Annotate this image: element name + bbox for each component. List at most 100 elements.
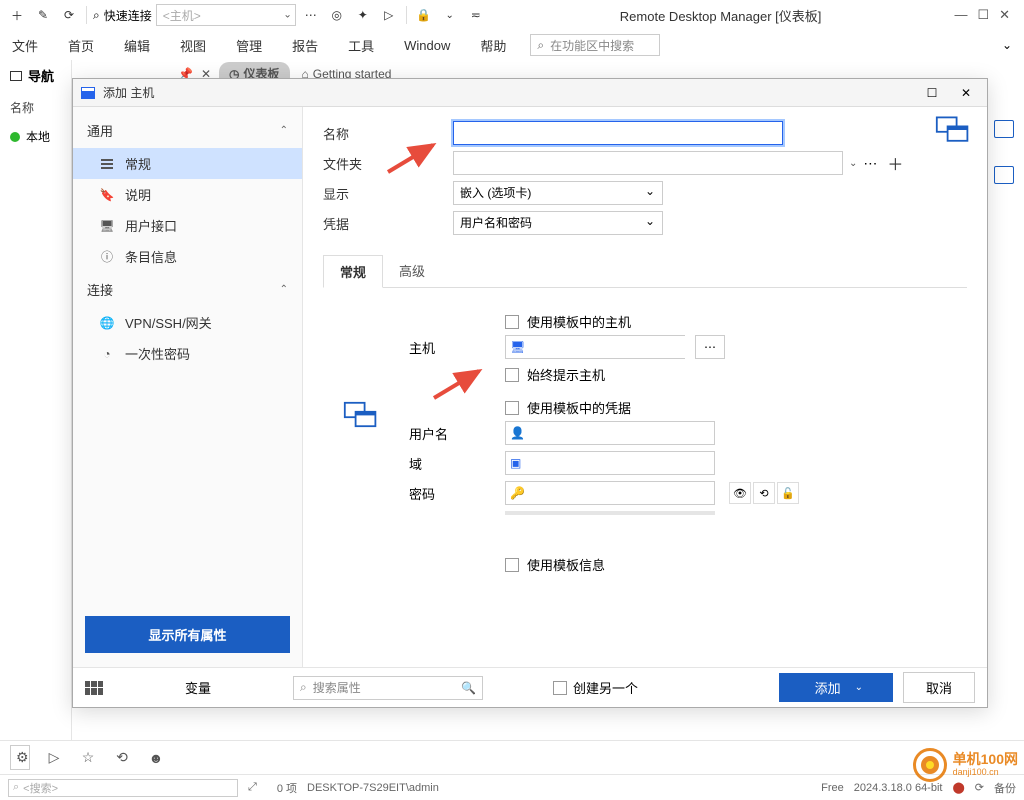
display-select[interactable]: 嵌入 (选项卡) xyxy=(453,181,663,205)
sidebar-item-label: VPN/SSH/网关 xyxy=(125,313,212,332)
checkbox-always-prompt[interactable] xyxy=(505,368,519,382)
search-placeholder: 搜索属性 xyxy=(313,679,455,696)
sidebar-item-entry-info[interactable]: ⓘ 条目信息 xyxy=(73,241,302,272)
tab-advanced[interactable]: 高级 xyxy=(383,255,441,287)
chevron-up-icon: ⌃ xyxy=(280,125,288,136)
username-input[interactable] xyxy=(532,422,710,444)
browse-icon[interactable]: ⋯ xyxy=(859,155,881,172)
cancel-button[interactable]: 取消 xyxy=(903,672,975,703)
sidebar-item-otp[interactable]: ◔ 一次性密码 xyxy=(73,338,302,369)
chevron-down-icon[interactable]: ⌄ xyxy=(439,4,461,26)
menu-view[interactable]: 视图 xyxy=(174,32,212,59)
menu-home[interactable]: 首页 xyxy=(62,32,100,59)
row-username: 用户名 👤 xyxy=(353,421,967,445)
dialog-main: 名称 文件夹 ⌄ ⋯ ＋ 显示 嵌入 (选项卡) 凭据 用户名和密码 xyxy=(303,107,987,667)
nav-title-label: 导航 xyxy=(28,66,54,85)
menu-file[interactable]: 文件 xyxy=(6,32,44,59)
edit-icon[interactable]: ✎ xyxy=(32,4,54,26)
profile-icon[interactable]: ☻ xyxy=(146,750,166,766)
host-icon: 🖥 xyxy=(510,340,525,354)
expand-icon[interactable]: ⤢ xyxy=(248,781,257,794)
status-search-input[interactable]: ⌕ <搜索> xyxy=(8,779,238,797)
more-icon[interactable]: ⋯ xyxy=(300,4,322,26)
star-icon[interactable]: ☆ xyxy=(78,749,98,766)
search-icon: ⌕ xyxy=(537,38,544,53)
info-icon: ⓘ xyxy=(99,250,115,264)
sidebar-item-general[interactable]: 常规 xyxy=(73,148,302,179)
sidebar-item-vpn[interactable]: 🌐 VPN/SSH/网关 xyxy=(73,307,302,338)
checkbox-use-template-creds[interactable] xyxy=(505,401,519,415)
maximize-icon[interactable]: ☐ xyxy=(977,7,989,23)
panel-icon[interactable] xyxy=(994,166,1014,184)
add-button[interactable]: 添加 ⌄ xyxy=(779,673,893,702)
gear-icon[interactable]: ⚙ xyxy=(10,745,30,770)
quick-connect-input[interactable] xyxy=(156,4,296,26)
status-items: 0 项 xyxy=(277,780,297,796)
search-icon: ⌕ xyxy=(93,8,100,23)
search-properties-input[interactable]: ⌕ 搜索属性 🔍 xyxy=(293,676,483,700)
menu-tools[interactable]: 工具 xyxy=(342,32,380,59)
sidebar-item-ui[interactable]: 🖥 用户接口 xyxy=(73,210,302,241)
credentials-select[interactable]: 用户名和密码 xyxy=(453,211,663,235)
entry-type-icon[interactable] xyxy=(935,115,971,145)
checkbox-use-template-host[interactable] xyxy=(505,315,519,329)
sidebar-section-general[interactable]: 通用 ⌃ xyxy=(73,113,302,148)
refresh-icon[interactable]: ⟳ xyxy=(58,4,80,26)
play-icon[interactable]: ▷ xyxy=(44,749,64,766)
domain-input[interactable] xyxy=(532,452,710,474)
watermark-url: danji100.cn xyxy=(953,768,1018,778)
menu-window[interactable]: Window xyxy=(398,34,456,57)
label-domain: 域 xyxy=(409,454,495,473)
folder-input[interactable] xyxy=(453,151,843,175)
ribbon-search[interactable]: ⌕ 在功能区中搜索 xyxy=(530,34,660,56)
sidebar-section-connect[interactable]: 连接 ⌃ xyxy=(73,272,302,307)
grid-view-icon[interactable] xyxy=(85,681,103,695)
sidebar-item-description[interactable]: 🔖 说明 xyxy=(73,179,302,210)
sidebar-item-label: 说明 xyxy=(125,185,151,204)
target-icon[interactable]: ◎ xyxy=(326,4,348,26)
history-icon[interactable]: ⟲ xyxy=(112,749,132,766)
label-password: 密码 xyxy=(409,484,495,503)
checkbox-use-template-info[interactable] xyxy=(505,558,519,572)
chevron-down-icon[interactable]: ⌄ xyxy=(849,158,857,169)
bottom-toolbar: ⚙ ▷ ☆ ⟲ ☻ xyxy=(0,740,1024,774)
menu-edit[interactable]: 编辑 xyxy=(118,32,156,59)
monitor-icon xyxy=(81,87,95,99)
panel-icon[interactable] xyxy=(994,120,1014,138)
status-host-user: DESKTOP-7S29EIT\admin xyxy=(307,782,439,794)
reveal-password-icon[interactable]: 👁 xyxy=(729,482,751,504)
maximize-icon[interactable]: ☐ xyxy=(919,86,945,100)
status-warning-icon[interactable]: ⬤ xyxy=(952,781,964,794)
status-sync-icon[interactable]: ⟳ xyxy=(975,781,984,794)
close-icon[interactable]: ✕ xyxy=(953,86,979,100)
tab-general[interactable]: 常规 xyxy=(323,255,383,288)
new-icon[interactable]: ＋ xyxy=(6,4,28,26)
row-use-template-host: 使用模板中的主机 xyxy=(505,312,967,331)
minimize-icon[interactable]: — xyxy=(954,7,967,23)
close-icon[interactable]: ✕ xyxy=(999,7,1010,23)
lock-icon[interactable]: 🔒 xyxy=(413,4,435,26)
chevron-down-icon[interactable]: ⌄ xyxy=(283,10,291,21)
menu-help[interactable]: 帮助 xyxy=(474,32,512,59)
show-all-properties-button[interactable]: 显示所有属性 xyxy=(85,616,290,653)
variables-button[interactable]: 变量 xyxy=(113,672,283,703)
sub-form: 使用模板中的主机 主机 🖥 ⋯ 始终提示主机 使用模板中的凭据 xyxy=(323,288,967,574)
overflow-icon[interactable]: ≂ xyxy=(465,4,487,26)
nav-item-local[interactable]: 本地 xyxy=(0,124,71,149)
host-browse-button[interactable]: ⋯ xyxy=(695,335,725,359)
menu-manage[interactable]: 管理 xyxy=(230,32,268,59)
password-input[interactable] xyxy=(532,482,710,504)
wand-icon[interactable]: ✦ xyxy=(352,4,374,26)
section-label: 连接 xyxy=(87,280,113,299)
generate-password-icon[interactable]: ⟲ xyxy=(753,482,775,504)
checkbox-label: 使用模板中的凭据 xyxy=(527,398,631,417)
menu-report[interactable]: 报告 xyxy=(286,32,324,59)
host-input[interactable] xyxy=(531,336,686,358)
create-another-checkbox[interactable]: 创建另一个 xyxy=(553,678,638,697)
password-analyzer-icon[interactable]: 🔓 xyxy=(777,482,799,504)
add-folder-icon[interactable]: ＋ xyxy=(883,151,907,175)
name-input[interactable] xyxy=(453,121,783,145)
domain-icon: ▣ xyxy=(510,456,526,470)
play-icon[interactable]: ▷ xyxy=(378,4,400,26)
expand-ribbon-icon[interactable]: ⌄ xyxy=(1002,38,1012,52)
